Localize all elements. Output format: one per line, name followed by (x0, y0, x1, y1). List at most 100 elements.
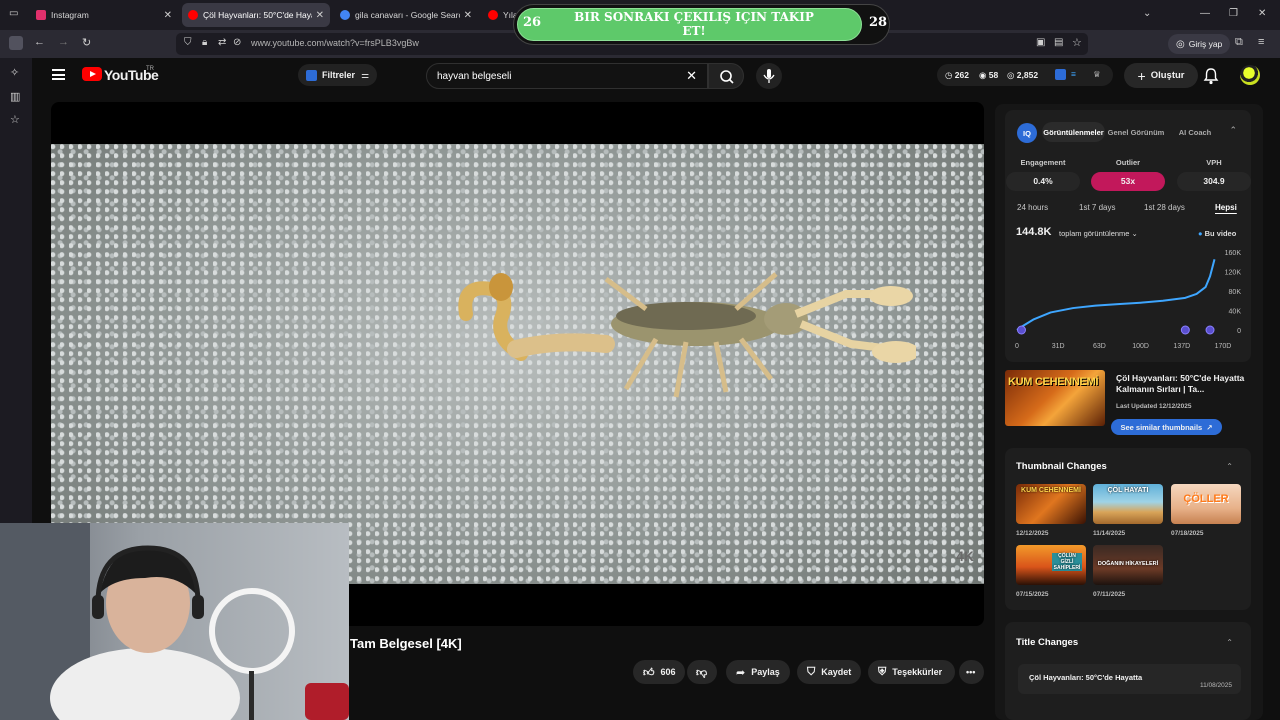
thanks-button[interactable]: ⛨ Teşekkürler (868, 660, 955, 684)
clock-icon: ◷ (945, 70, 953, 80)
search-input[interactable]: hayvan belgeseli ✕ (426, 63, 708, 89)
like-button[interactable]: 👍︎ 606 (633, 660, 685, 684)
forward-arrow-icon[interactable]: → (58, 36, 69, 48)
lock-icon[interactable]: 🔒︎ (202, 37, 207, 48)
notifications-bell-icon[interactable] (1203, 67, 1219, 85)
bookmarks-star-icon[interactable]: ☆ (10, 113, 20, 126)
other-stat: ◎ 2,852 (1007, 70, 1039, 80)
google-favicon-icon (340, 10, 350, 20)
iq-icon[interactable] (1055, 69, 1066, 80)
tab-google-search[interactable]: gila canavarı - Google Search ✕ (334, 3, 478, 27)
bookmark-star-icon[interactable]: ☆ (1072, 36, 1082, 49)
thumbnail-date: 11/14/2025 (1093, 530, 1126, 537)
metric-vph-label: VPH (1206, 158, 1222, 167)
video-frame[interactable]: 4K (51, 144, 984, 584)
tab-youtube-active[interactable]: Çöl Hayvanları: 50°C'de Hayatta ✕ (182, 3, 330, 27)
x-tick-label: 137D (1173, 343, 1190, 350)
total-views-dropdown[interactable]: toplam görüntülenme ⌄ (1059, 229, 1138, 238)
collapse-chevron-icon[interactable]: ⌃ (1229, 125, 1237, 136)
related-updated: Last Updated 12/12/2025 (1116, 403, 1192, 410)
picture-icon[interactable]: ▣ (1036, 37, 1045, 48)
menu-icon[interactable]: ≡ (1258, 36, 1264, 48)
share-button[interactable]: ➦ Paylaş (726, 660, 790, 684)
views-stat: ◷ 262 (945, 70, 969, 80)
see-similar-thumbnails-button[interactable]: See similar thumbnails ↗ (1111, 419, 1222, 435)
tab-overview[interactable]: Genel Görünüm (1105, 122, 1167, 142)
scorpion-image (458, 272, 916, 398)
banner-text: BIR SONRAKI ÇEKILIŞ IÇIN TAKIP ET! (574, 10, 814, 38)
streamer-image (0, 523, 349, 720)
more-dots-icon: ••• (966, 667, 976, 677)
hamburger-menu-icon[interactable] (52, 69, 65, 80)
y-tick-label: 160K (1225, 250, 1242, 257)
likes-stat: ◉ 58 (979, 70, 999, 80)
country-code: TR (146, 66, 154, 72)
tab-ai-coach[interactable]: AI Coach (1169, 122, 1221, 142)
create-button[interactable]: + Oluştur (1124, 63, 1198, 88)
dislike-button[interactable]: 👎︎ (687, 660, 717, 684)
thumbnail-item[interactable]: DOĞANIN HİKAYELERİ (1093, 545, 1163, 585)
thumbnail-item[interactable]: KUM CEHENNEMİ (1016, 484, 1086, 524)
y-tick-label: 120K (1225, 270, 1242, 277)
thumbnail-item[interactable]: ÇÖLÜN GİZLİ SAHİPLERİ (1016, 545, 1086, 585)
range-24h[interactable]: 24 hours (1017, 203, 1048, 212)
list-icon[interactable]: ≡ (1071, 69, 1076, 79)
sidebar-toggle-icon[interactable] (9, 36, 23, 50)
metric-outlier-label: Outlier (1115, 158, 1141, 167)
close-icon[interactable]: ✕ (464, 10, 472, 21)
synced-tabs-icon[interactable]: ▥ (10, 90, 20, 103)
ai-sparkle-icon[interactable]: ✧ (10, 66, 19, 79)
trophy-icon[interactable]: ♕ (1093, 69, 1101, 80)
thumbnail-date: 07/15/2025 (1016, 591, 1049, 598)
x-tick-label: 0 (1015, 343, 1019, 350)
iq-badge[interactable]: IQ (1017, 123, 1037, 143)
tab-views[interactable]: Görüntülenmeler (1042, 122, 1105, 142)
close-icon[interactable]: ✕ (164, 10, 172, 21)
permissions-icon[interactable]: ⇄ (218, 37, 226, 48)
reload-icon[interactable]: ↻ (82, 36, 91, 49)
x-tick-label: 31D (1052, 343, 1065, 350)
close-icon[interactable]: ✕ (316, 10, 324, 21)
thumbnail-item[interactable]: ÇÖL HAYATI (1093, 484, 1163, 524)
tab-overview-icon[interactable]: ▭ (9, 8, 18, 19)
related-title[interactable]: Çöl Hayvanları: 50°C'de Hayatta Kalmanın… (1116, 373, 1256, 395)
back-arrow-icon[interactable]: ← (34, 36, 45, 48)
thumbnail-item[interactable]: ÇÖLLER (1171, 484, 1241, 524)
tab-list-chevron-icon[interactable]: ⌄ (1143, 8, 1151, 19)
close-window-icon[interactable]: ✕ (1258, 8, 1266, 19)
search-icon (720, 70, 734, 84)
microphone-icon (763, 69, 775, 83)
tab-instagram[interactable]: Instagram ✕ (30, 3, 178, 27)
range-all[interactable]: Hepsi (1215, 203, 1237, 212)
autoplay-blocked-icon[interactable]: ⊘ (233, 37, 241, 48)
y-tick-label: 40K (1229, 309, 1242, 316)
related-thumbnail[interactable]: KUM CEHENNEMİ (1005, 370, 1105, 426)
shield-icon[interactable]: ⛉ (184, 37, 192, 48)
sign-in-button[interactable]: ◎ Giriş yap (1168, 34, 1231, 54)
restore-icon[interactable]: ❐ (1229, 8, 1238, 19)
voice-search-button[interactable] (756, 63, 782, 89)
eye-icon: ◉ (979, 70, 987, 80)
thumbs-down-icon: 👎︎ (696, 666, 708, 679)
range-7d[interactable]: 1st 7 days (1079, 203, 1115, 212)
clear-search-icon[interactable]: ✕ (686, 68, 697, 84)
minimize-icon[interactable]: — (1200, 8, 1210, 19)
range-28d[interactable]: 1st 28 days (1144, 203, 1185, 212)
filters-button[interactable]: Filtreler ⚌ (298, 64, 378, 86)
youtube-logo-icon[interactable] (82, 67, 102, 81)
instagram-favicon-icon (36, 10, 46, 20)
avatar[interactable] (1240, 65, 1260, 85)
title-change-item[interactable]: Çöl Hayvanları: 50°C'de Hayatta 11/08/20… (1018, 664, 1241, 694)
youtube-favicon-icon (488, 10, 498, 20)
extensions-icon[interactable]: ⧉ (1235, 36, 1243, 49)
stats-pill[interactable]: ◷ 262 ◉ 58 ◎ 2,852 ≡ ♕ (937, 64, 1113, 86)
reader-view-icon[interactable]: ▤ (1054, 37, 1063, 48)
save-button[interactable]: ⛉ Kaydet (797, 660, 861, 684)
search-button[interactable] (708, 63, 744, 89)
collapse-chevron-icon[interactable]: ⌃ (1226, 638, 1233, 647)
more-actions-button[interactable]: ••• (959, 660, 984, 684)
plus-icon: + (1137, 67, 1146, 84)
collapse-chevron-icon[interactable]: ⌃ (1226, 462, 1233, 471)
views-chart: 0 40K 80K 120K 160K 0 31D 63D 100D 137D 170D (1015, 250, 1242, 350)
metric-vph-value: 304.9 (1177, 172, 1251, 191)
